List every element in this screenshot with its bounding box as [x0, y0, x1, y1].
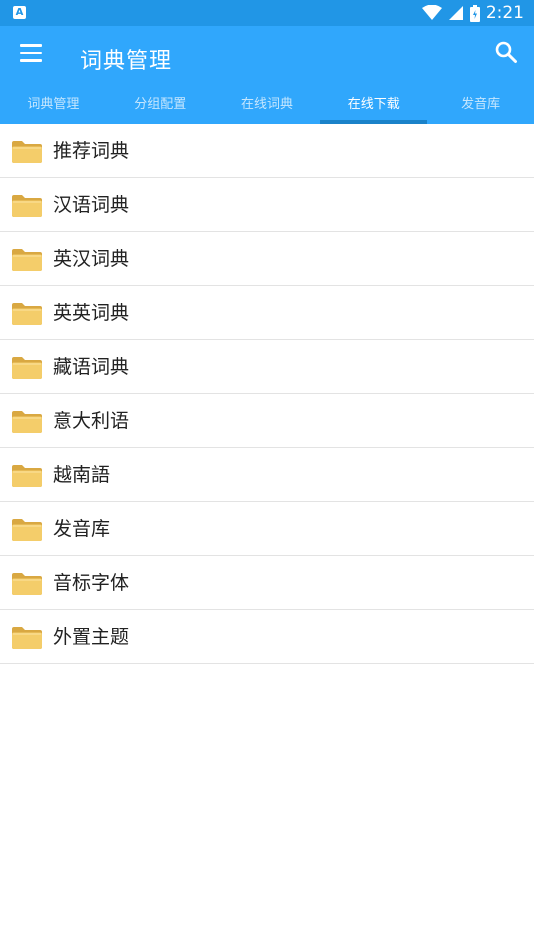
folder-icon	[12, 249, 42, 271]
list-item[interactable]: 推荐词典	[0, 124, 534, 178]
list-item-label: 越南語	[53, 464, 111, 486]
list-item-label: 英汉词典	[53, 248, 130, 270]
list-item-label: 推荐词典	[53, 140, 130, 162]
folder-icon	[12, 195, 42, 217]
list-item[interactable]: 音标字体	[0, 556, 534, 610]
status-indicators: 2:21	[421, 0, 524, 26]
app-toolbar: 词典管理 词典管理 分组配置 在线词典 在线下载 发音库	[0, 26, 534, 124]
folder-icon	[12, 627, 42, 649]
list-item[interactable]: 英英词典	[0, 286, 534, 340]
status-bar: A 2:21	[0, 0, 534, 26]
list-item-label: 汉语词典	[53, 194, 130, 216]
list-item[interactable]: 外置主题	[0, 610, 534, 664]
tab-online-dictionary[interactable]: 在线词典	[214, 90, 321, 124]
tab-online-download[interactable]: 在线下载	[320, 90, 427, 124]
list-item-label: 音标字体	[53, 572, 130, 594]
tab-pronunciation-library[interactable]: 发音库	[427, 90, 534, 124]
list-item-label: 意大利语	[53, 410, 130, 432]
search-icon[interactable]	[494, 40, 518, 64]
folder-icon	[12, 465, 42, 487]
list-item[interactable]: 意大利语	[0, 394, 534, 448]
tab-bar: 词典管理 分组配置 在线词典 在线下载 发音库	[0, 90, 534, 124]
list-item[interactable]: 英汉词典	[0, 232, 534, 286]
signal-icon	[448, 6, 463, 20]
list-item-label: 发音库	[53, 518, 111, 540]
folder-icon	[12, 519, 42, 541]
list-item[interactable]: 汉语词典	[0, 178, 534, 232]
battery-icon	[469, 4, 480, 22]
folder-icon	[12, 573, 42, 595]
app-notification-icon: A	[13, 6, 26, 19]
list-item[interactable]: 发音库	[0, 502, 534, 556]
list-item[interactable]: 藏语词典	[0, 340, 534, 394]
list-item-label: 英英词典	[53, 302, 130, 324]
wifi-icon	[421, 5, 442, 20]
folder-icon	[12, 303, 42, 325]
hamburger-menu-icon[interactable]	[20, 44, 42, 62]
folder-icon	[12, 357, 42, 379]
folder-icon	[12, 141, 42, 163]
list-item-label: 藏语词典	[53, 356, 130, 378]
tab-dictionary-management[interactable]: 词典管理	[0, 90, 107, 124]
folder-icon	[12, 411, 42, 433]
list-item[interactable]: 越南語	[0, 448, 534, 502]
page-title: 词典管理	[80, 49, 173, 74]
list-item-label: 外置主题	[53, 626, 130, 648]
status-time: 2:21	[485, 3, 524, 23]
tab-group-config[interactable]: 分组配置	[107, 90, 214, 124]
folder-list: 推荐词典 汉语词典 英汉词典 英英词典 藏语词典 意大利语 越南語 发音库 音标…	[0, 124, 534, 664]
